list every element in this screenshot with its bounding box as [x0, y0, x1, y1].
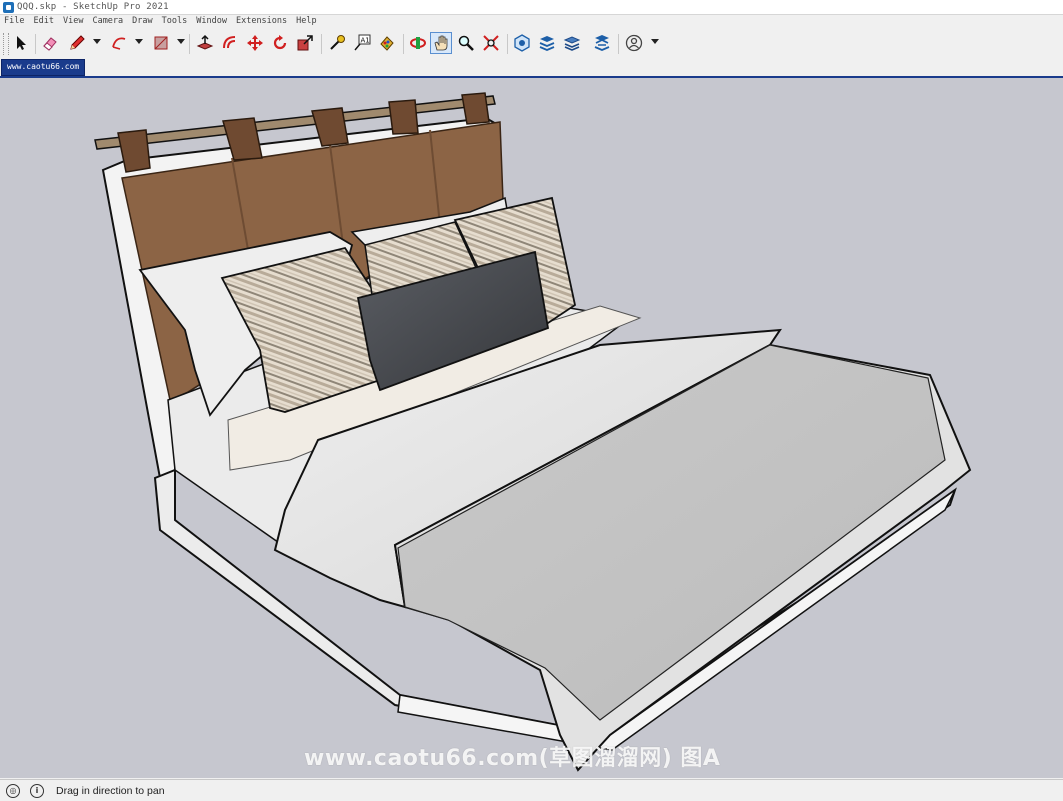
push-pull-tool[interactable] [194, 32, 216, 54]
tape-measure-icon [330, 35, 345, 50]
window-title: QQQ.skp - SketchUp Pro 2021 [17, 2, 169, 12]
arrow-cursor-icon [17, 36, 26, 50]
rectangle-tool[interactable] [150, 32, 172, 54]
zoom-extents-tool[interactable] [480, 32, 502, 54]
rectangle-icon [154, 36, 168, 50]
warehouse-icon [514, 34, 530, 52]
user-icon [625, 34, 643, 52]
menu-window[interactable]: Window [192, 15, 232, 28]
menu-view[interactable]: View [59, 15, 88, 28]
text-tool[interactable]: A1 [351, 32, 373, 54]
zoom-tool[interactable] [455, 32, 477, 54]
toolbar-separator [403, 34, 404, 54]
text-icon: A1 [354, 34, 371, 51]
tape-measure-tool[interactable] [326, 32, 348, 54]
title-bar: QQQ.skp - SketchUp Pro 2021 [0, 0, 1063, 15]
svg-text:A1: A1 [361, 37, 370, 45]
zoom-extents-icon [483, 35, 499, 51]
move-icon [247, 35, 263, 51]
push-pull-icon [196, 34, 214, 50]
bed-model [94, 92, 972, 772]
extension-manager-button[interactable] [591, 32, 613, 54]
menu-extensions[interactable]: Extensions [232, 15, 292, 28]
scale-icon [297, 35, 313, 51]
toolbar-separator [507, 34, 508, 54]
toolbar-separator [35, 34, 36, 54]
menu-draw[interactable]: Draw [128, 15, 157, 28]
toolbar-separator [618, 34, 619, 54]
geo-location-icon[interactable]: ◎ [6, 783, 20, 798]
paint-bucket-icon [380, 36, 394, 51]
status-bar: ◎ i Drag in direction to pan [0, 779, 1063, 801]
account-dropdown[interactable] [651, 39, 659, 44]
status-message: Drag in direction to pan [56, 784, 165, 797]
menu-file[interactable]: File [0, 15, 29, 28]
rectangle-tool-dropdown[interactable] [177, 39, 185, 44]
menu-edit[interactable]: Edit [29, 15, 58, 28]
account-button[interactable] [623, 32, 645, 54]
arc-tool-dropdown[interactable] [135, 39, 143, 44]
orbit-icon [410, 37, 426, 49]
menu-tools[interactable]: Tools [158, 15, 193, 28]
rotate-tool[interactable] [269, 32, 291, 54]
paint-bucket-tool[interactable] [376, 32, 398, 54]
arc-tool[interactable] [108, 32, 130, 54]
layout-icon [563, 36, 581, 51]
eraser-tool[interactable] [39, 32, 61, 54]
extension-manager-icon [594, 35, 610, 51]
offset-tool[interactable] [219, 32, 241, 54]
pan-hand-icon [434, 35, 448, 51]
toolbar-grip[interactable] [3, 33, 9, 55]
model-viewport[interactable] [0, 78, 1063, 778]
extension-warehouse-button[interactable] [536, 32, 558, 54]
3d-warehouse-button[interactable] [511, 32, 533, 54]
info-icon[interactable]: i [30, 783, 44, 798]
menu-camera[interactable]: Camera [88, 15, 128, 28]
pan-tool[interactable] [430, 32, 452, 54]
arc-icon [112, 37, 126, 50]
line-tool[interactable] [66, 32, 88, 54]
menu-bar: File Edit View Camera Draw Tools Window … [0, 15, 1063, 28]
toolbar-separator [189, 34, 190, 54]
orbit-tool[interactable] [407, 32, 429, 54]
scene-tab-strip: www.caotu66.com [0, 59, 1063, 78]
line-tool-dropdown[interactable] [93, 39, 101, 44]
select-tool[interactable] [10, 32, 32, 54]
toolbar-separator [321, 34, 322, 54]
extension-warehouse-icon [539, 36, 555, 51]
rotate-icon [273, 35, 287, 50]
move-tool[interactable] [244, 32, 266, 54]
watermark: www.caotu66.com(草图溜溜网) 图A [304, 746, 721, 771]
sketchup-app-icon [3, 1, 14, 13]
pencil-icon [70, 35, 85, 50]
eraser-icon [43, 37, 57, 51]
layout-button[interactable] [561, 32, 583, 54]
scale-tool[interactable] [294, 32, 316, 54]
offset-icon [223, 36, 236, 49]
scene-tab[interactable]: www.caotu66.com [1, 59, 86, 76]
zoom-icon [458, 35, 474, 51]
main-toolbar: A1 [0, 29, 1063, 60]
menu-help[interactable]: Help [292, 15, 321, 28]
